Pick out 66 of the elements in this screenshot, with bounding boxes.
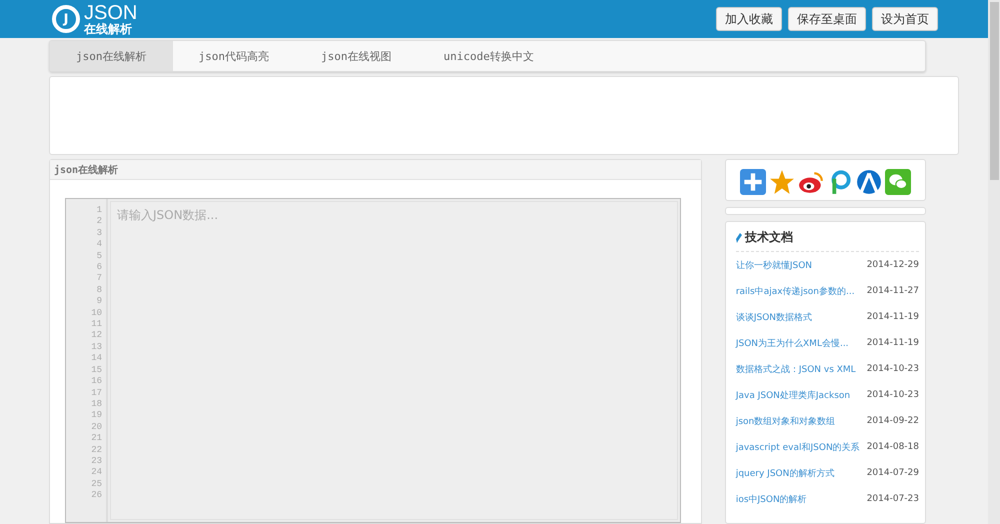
logo-subtitle: 在线解析	[84, 23, 133, 35]
article-link[interactable]: Java JSON处理类库Jackson	[736, 388, 850, 402]
wechat-share-icon[interactable]	[884, 169, 911, 195]
line-number: 9	[96, 296, 102, 308]
line-number: 12	[91, 330, 102, 342]
line-number: 19	[91, 410, 102, 422]
panel-title: json在线解析	[54, 164, 118, 176]
header-button[interactable]: 保存至桌面	[788, 7, 866, 31]
article-date: 2014-11-19	[866, 312, 919, 322]
tab[interactable]: unicode转换中文	[418, 41, 560, 71]
line-number: 3	[96, 228, 102, 240]
line-number: 6	[96, 262, 102, 274]
line-number: 8	[96, 284, 102, 296]
line-number: 25	[91, 478, 102, 490]
article-link[interactable]: jquery JSON的解析方式	[736, 466, 834, 480]
line-number: 20	[91, 422, 102, 434]
logo-mark: J	[52, 5, 80, 33]
line-number: 23	[91, 456, 102, 468]
article-date: 2014-11-27	[866, 286, 919, 296]
line-number: 4	[96, 239, 102, 251]
line-number: 11	[91, 319, 102, 330]
article-date: 2014-07-23	[866, 494, 919, 504]
article-link[interactable]: javascript eval和JSON的关系	[736, 440, 860, 454]
line-number: 2	[96, 216, 102, 228]
tab[interactable]: json代码高亮	[172, 41, 295, 71]
line-number: 1	[96, 205, 102, 216]
line-number: 16	[91, 376, 102, 388]
line-number: 10	[91, 308, 102, 320]
article-date: 2014-11-19	[866, 338, 919, 348]
article-link[interactable]: json数组对象和对象数组	[736, 414, 836, 428]
header-button[interactable]: 设为首页	[872, 7, 938, 31]
article-date: 2014-08-18	[866, 442, 919, 452]
article-date: 2014-10-23	[866, 390, 919, 400]
logo-title: JSON	[84, 3, 138, 23]
article-link[interactable]: 让你一秒就懂JSON	[736, 258, 812, 272]
article-date: 2014-09-22	[866, 416, 919, 426]
plus-share-icon[interactable]	[740, 169, 766, 195]
article-link[interactable]: ios中JSON的解析	[736, 492, 807, 506]
line-number: 15	[91, 364, 102, 376]
article-link[interactable]: 谈谈JSON数据格式	[736, 310, 812, 324]
tab[interactable]: json在线解析	[50, 41, 172, 71]
line-number: 21	[91, 433, 102, 445]
line-number: 26	[91, 490, 102, 502]
line-number: 5	[96, 250, 102, 262]
scrollbar[interactable]	[988, 0, 1000, 524]
line-number: 7	[96, 273, 102, 285]
tab[interactable]: json在线视图	[295, 41, 418, 71]
line-number: 22	[91, 444, 102, 456]
article-link[interactable]: 数据格式之战：JSON vs XML	[736, 362, 856, 376]
article-link[interactable]: JSON为王为什么XML会慢...	[736, 336, 849, 350]
articles-title: 技术文档	[744, 229, 793, 246]
line-number: 24	[91, 467, 102, 479]
scrollbar-thumb[interactable]	[990, 2, 998, 180]
line-number: 14	[91, 353, 102, 365]
header-button[interactable]: 加入收藏	[716, 7, 782, 31]
star-share-icon[interactable]	[768, 169, 795, 195]
line-number: 18	[91, 398, 102, 410]
line-number: 17	[91, 388, 102, 399]
person-share-icon[interactable]	[856, 169, 882, 195]
article-date: 2014-07-29	[866, 468, 919, 478]
line-number: 13	[91, 342, 102, 354]
article-date: 2014-10-23	[866, 364, 919, 374]
article-date: 2014-12-29	[866, 260, 919, 270]
json-input-field[interactable]: 请输入JSON数据...	[110, 201, 678, 520]
article-link[interactable]: rails中ajax传递json参数的...	[736, 284, 855, 298]
pencil-icon	[736, 232, 742, 242]
